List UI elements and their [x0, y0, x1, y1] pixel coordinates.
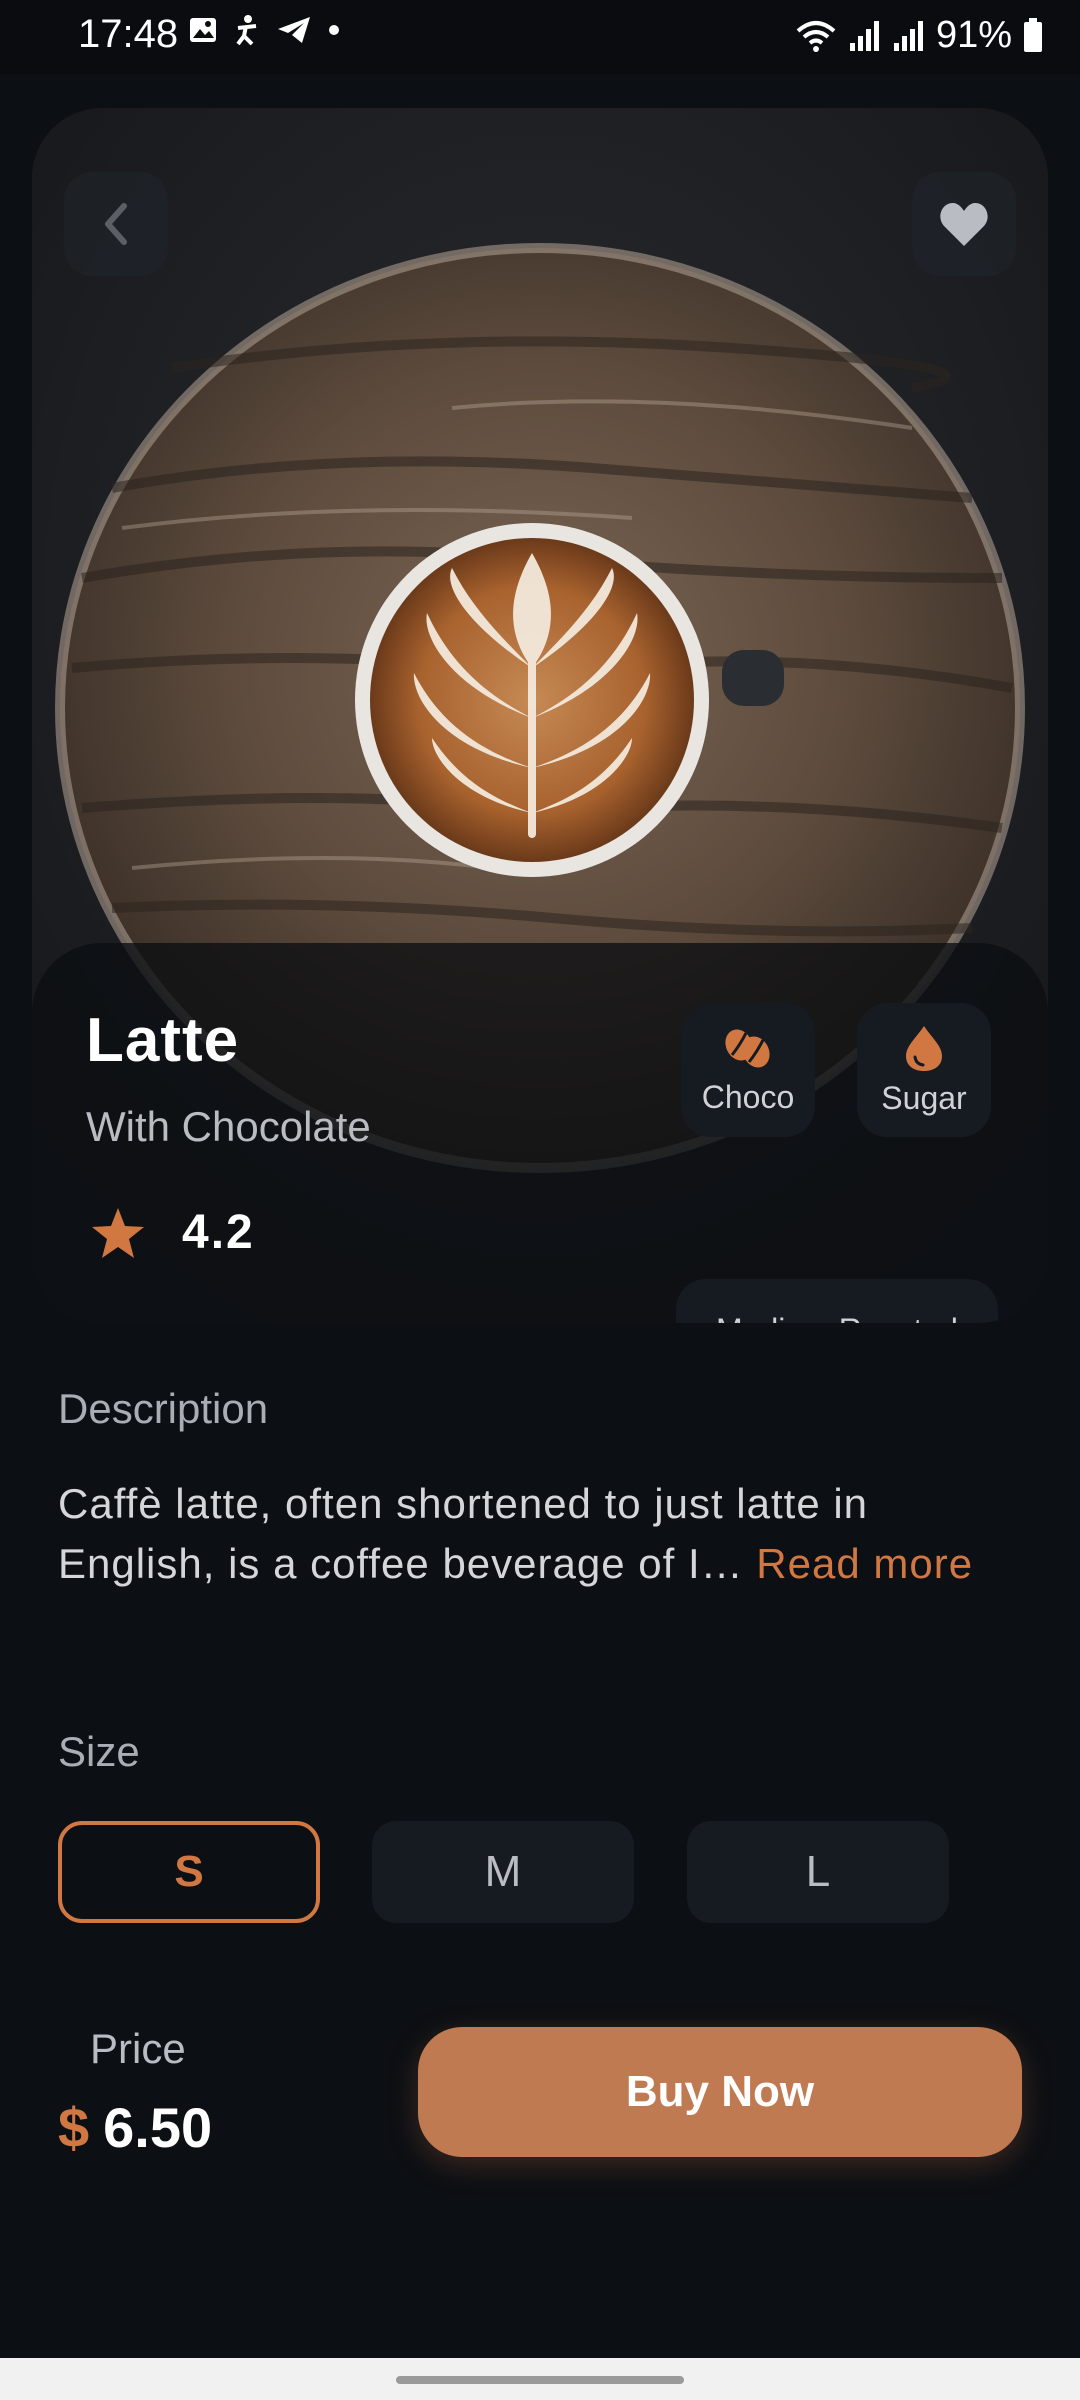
product-name: Latte [86, 1006, 240, 1075]
read-more-link[interactable]: Read more [756, 1540, 973, 1587]
battery-percent: 91% [935, 14, 1012, 56]
status-icons-left [188, 14, 342, 46]
product-subtitle: With Chocolate [86, 1103, 371, 1150]
status-icons-right: 91% [794, 14, 1044, 57]
description-text: Caffè latte, often shortened to just lat… [58, 1474, 1008, 1594]
price-label: Price [90, 2025, 186, 2072]
price-amount: 6.50 [103, 2096, 213, 2159]
product-image-card: Latte With Chocolate 4.2 Choco Sugar Med… [32, 108, 1048, 1323]
battery-icon [1024, 17, 1042, 52]
wifi-icon [796, 20, 836, 52]
size-heading: Size [58, 1728, 140, 1775]
tag-sugar: Sugar [857, 1003, 991, 1137]
size-s-button[interactable]: S [58, 1821, 320, 1923]
heart-icon [940, 202, 988, 246]
size-l-button[interactable]: L [687, 1821, 949, 1923]
tag-choco: Choco [681, 1003, 815, 1137]
description-body: Caffè latte, often shortened to just lat… [58, 1480, 869, 1587]
coffee-bean-icon [725, 1028, 770, 1068]
accessibility-icon [236, 15, 257, 46]
product-info-panel: Latte With Chocolate 4.2 Choco Sugar Med… [32, 943, 1048, 1323]
dot-icon [329, 25, 339, 35]
star-icon [92, 1207, 144, 1258]
back-button[interactable] [64, 172, 168, 276]
drop-icon [906, 1025, 942, 1071]
signal-icon [849, 20, 879, 51]
price-currency: $ [58, 2096, 90, 2159]
buy-now-button[interactable]: Buy Now [418, 2027, 1022, 2157]
roast-badge: Medium Roasted [676, 1279, 998, 1323]
gallery-icon [190, 18, 216, 42]
chevron-left-icon [105, 203, 127, 245]
signal-icon [893, 20, 923, 51]
tag-choco-label: Choco [701, 1078, 795, 1115]
home-indicator[interactable] [396, 2376, 684, 2384]
description-heading: Description [58, 1385, 269, 1432]
size-m-button[interactable]: M [372, 1821, 634, 1923]
tag-sugar-label: Sugar [881, 1079, 967, 1116]
favorite-button[interactable] [912, 172, 1016, 276]
rating-value: 4.2 [182, 1206, 255, 1259]
navigation-bar [0, 2358, 1080, 2400]
status-time: 17:48 [78, 12, 179, 56]
status-bar: 17:48 91% [0, 0, 1080, 74]
price-value: $6.50 [58, 2095, 212, 2160]
rating: 4.2 [90, 1205, 255, 1260]
telegram-icon [278, 17, 310, 43]
